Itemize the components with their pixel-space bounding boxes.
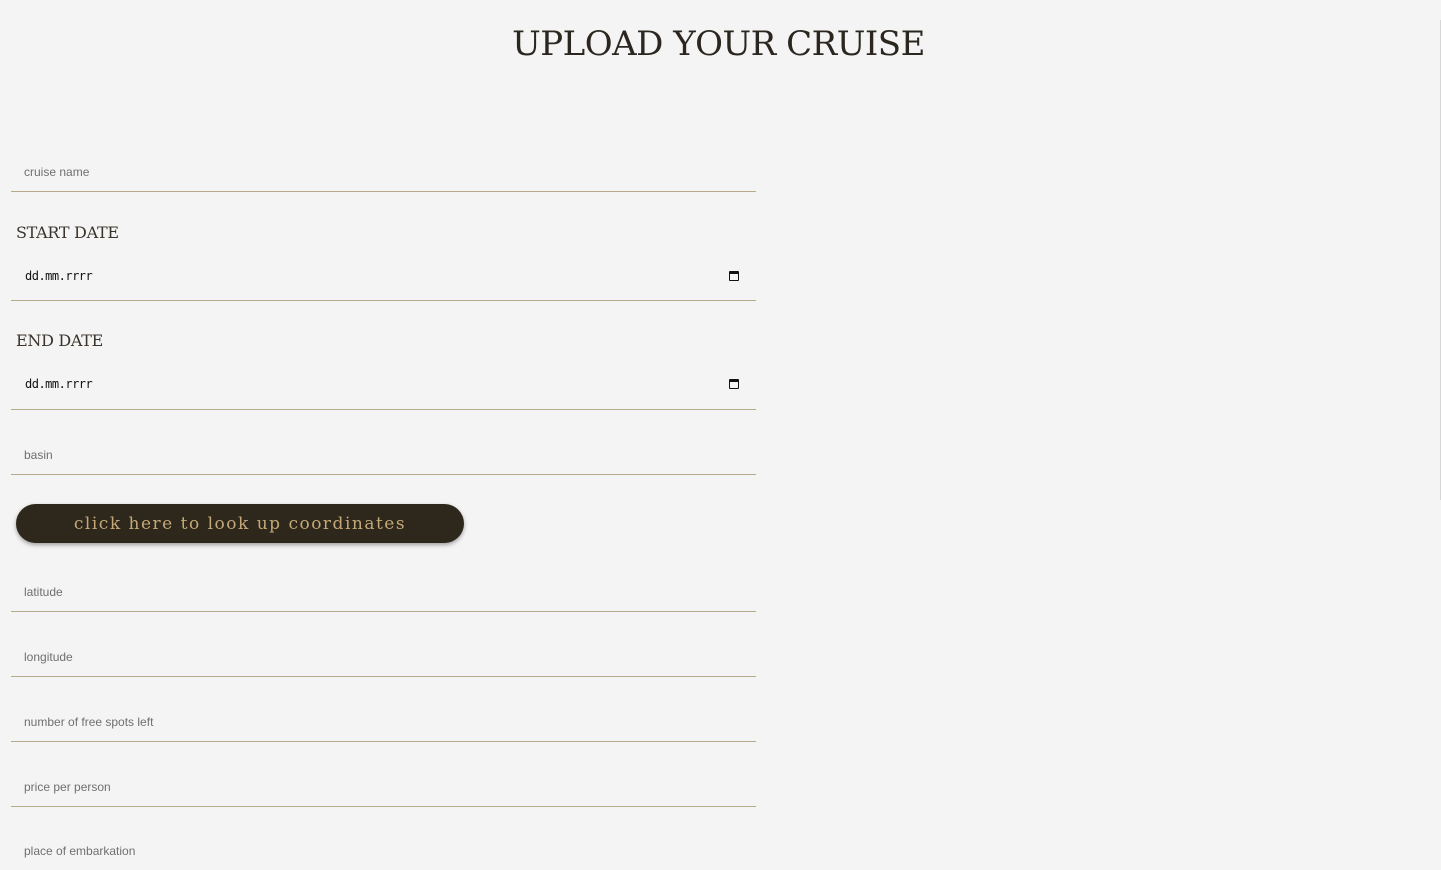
longitude-field-wrapper <box>11 637 756 677</box>
start-date-value: dd.mm.rrrr <box>25 269 93 283</box>
basin-input[interactable] <box>11 435 756 474</box>
price-field-wrapper <box>11 767 756 807</box>
calendar-icon[interactable] <box>729 271 739 281</box>
longitude-input[interactable] <box>11 637 756 676</box>
free-spots-field-wrapper <box>11 702 756 742</box>
latitude-field-wrapper <box>11 572 756 612</box>
calendar-icon[interactable] <box>729 379 739 389</box>
lookup-coordinates-button[interactable]: click here to look up coordinates <box>16 504 464 543</box>
end-date-input[interactable]: dd.mm.rrrr <box>11 367 756 410</box>
latitude-input[interactable] <box>11 572 756 611</box>
free-spots-input[interactable] <box>11 702 756 741</box>
embarkation-field-wrapper <box>11 832 756 870</box>
basin-field-wrapper <box>11 435 756 475</box>
price-input[interactable] <box>11 767 756 806</box>
start-date-label: START DATE <box>16 223 119 242</box>
page-title: UPLOAD YOUR CRUISE <box>512 24 925 64</box>
cruise-name-input[interactable] <box>11 152 756 191</box>
embarkation-input[interactable] <box>11 832 756 870</box>
cruise-name-field-wrapper <box>11 152 756 192</box>
end-date-label: END DATE <box>16 331 104 350</box>
upload-cruise-page: UPLOAD YOUR CRUISE START DATE dd.mm.rrrr… <box>0 0 1441 870</box>
start-date-input[interactable]: dd.mm.rrrr <box>11 259 756 301</box>
end-date-value: dd.mm.rrrr <box>25 377 93 391</box>
